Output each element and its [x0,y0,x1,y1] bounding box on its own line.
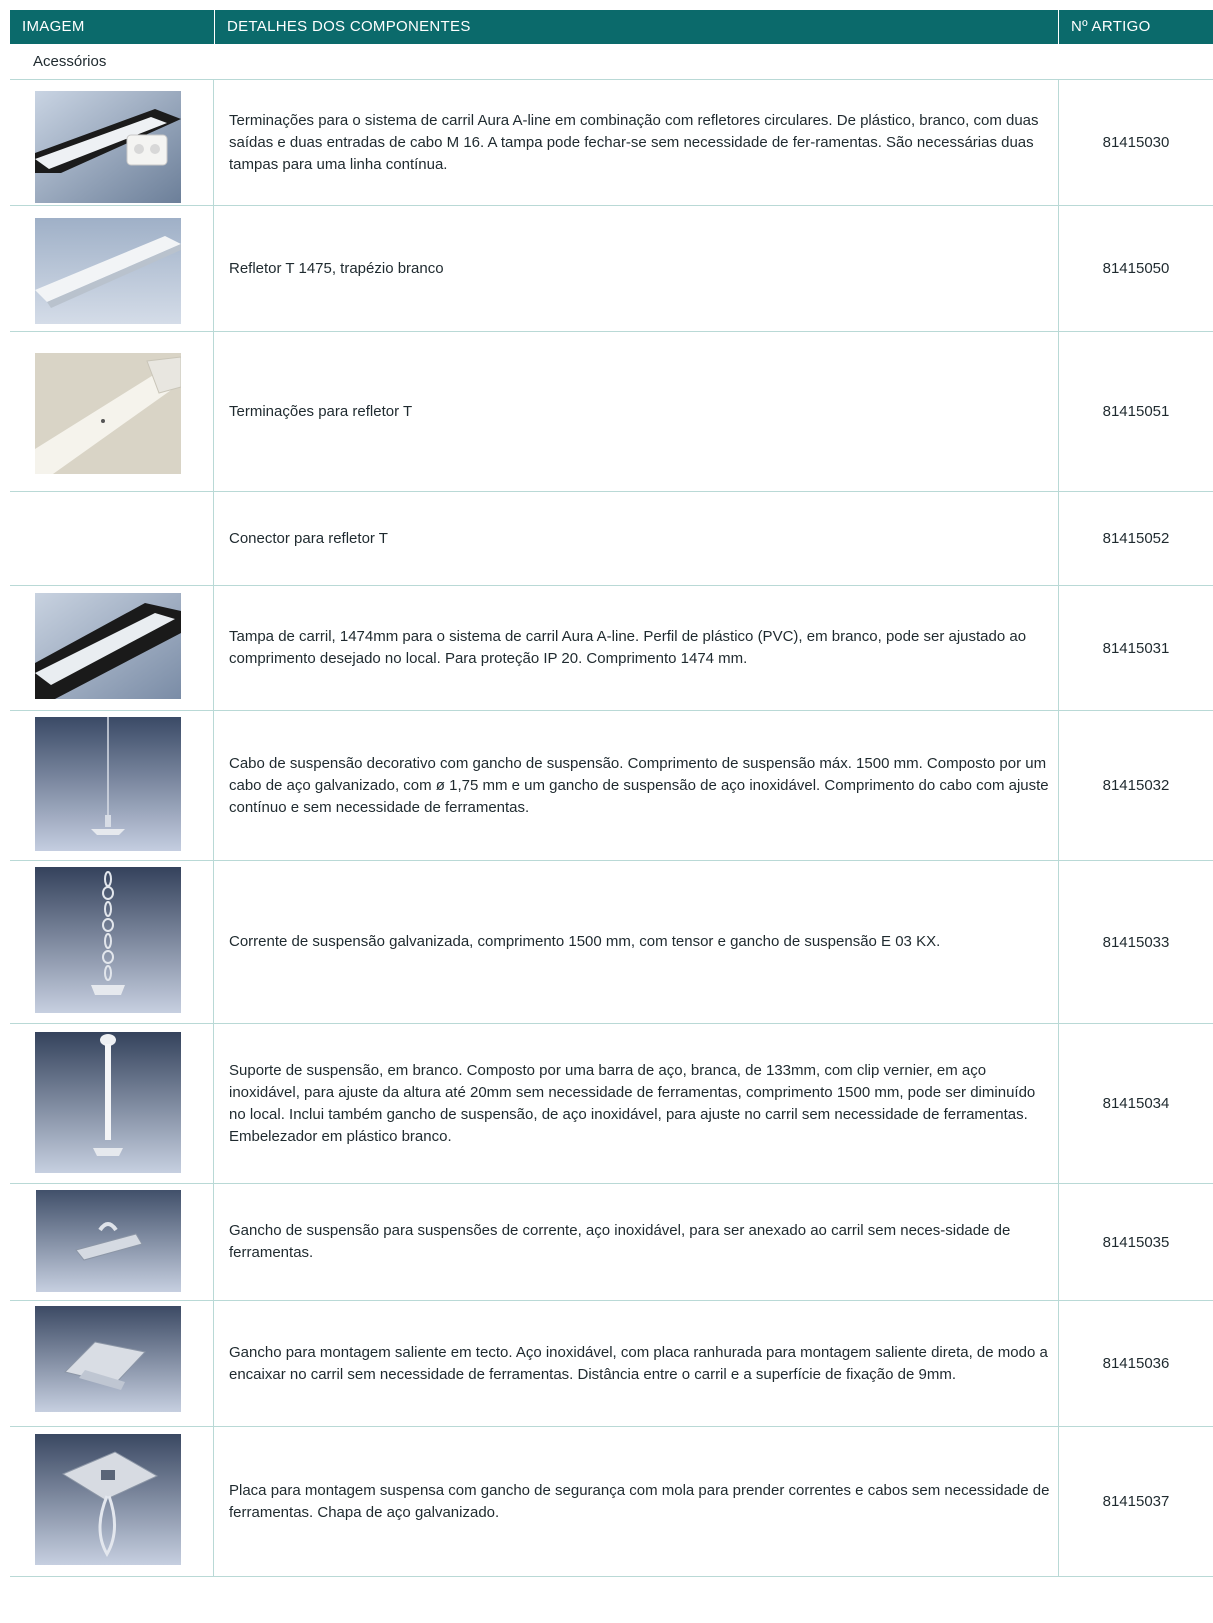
image-cell [10,861,214,1023]
section-row: Acessórios [10,44,1213,80]
header-article: Nº ARTIGO [1058,10,1213,44]
ceiling-hook-icon [35,1306,181,1412]
description-text: Conector para refletor T [229,529,388,547]
article-number: 81415036 [1102,1355,1170,1372]
image-cell [10,586,214,710]
table-row: Suporte de suspensão, em branco. Compost… [10,1024,1213,1184]
end-cap-icon [35,91,181,203]
article-number: 81415051 [1102,403,1170,420]
description-text: Cabo de suspensão decorativo com gancho … [229,754,1049,816]
suspension-rod-icon [35,1032,181,1173]
image-cell [10,206,214,331]
article-number: 81415050 [1102,260,1170,277]
header-details: DETALHES DOS COMPONENTES [214,10,1058,44]
description-text: Corrente de suspensão galvanizada, compr… [229,933,941,950]
description-text: Terminações para refletor T [229,402,413,420]
table-row: Terminações para refletor T 81415051 [10,332,1213,492]
rail-cover-icon [35,593,181,699]
table-row: Conector para refletor T 81415052 [10,492,1213,586]
header-image: IMAGEM [22,18,85,35]
reflector-icon [35,218,181,324]
description-cell: Terminações para o sistema de carril Aur… [214,80,1059,205]
description-cell: Terminações para refletor T [214,332,1059,491]
description-cell: Suporte de suspensão, em branco. Compost… [214,1024,1059,1183]
image-cell [10,332,214,491]
article-number: 81415032 [1102,777,1170,794]
article-number: 81415033 [1102,933,1170,951]
image-cell [10,1024,214,1183]
article-number: 81415037 [1102,1493,1170,1510]
table-header: IMAGEM DETALHES DOS COMPONENTES Nº ARTIG… [10,10,1213,44]
description-text: Gancho de suspensão para suspensões de c… [229,1222,1011,1261]
description-cell: Tampa de carril, 1474mm para o sistema d… [214,586,1059,710]
image-cell [10,1427,214,1576]
image-cell [10,492,214,585]
article-number: 81415035 [1102,1233,1170,1251]
table-row: Placa para montagem suspensa com gancho … [10,1427,1213,1577]
image-cell [10,1301,214,1426]
table-row: Refletor T 1475, trapézio branco 8141505… [10,206,1213,332]
description-text: Suporte de suspensão, em branco. Compost… [229,1061,1036,1145]
table-row: Corrente de suspensão galvanizada, compr… [10,861,1213,1024]
description-cell: Cabo de suspensão decorativo com gancho … [214,711,1059,860]
image-cell [10,1184,214,1300]
article-number: 81415034 [1102,1095,1170,1112]
suspension-cable-icon [35,717,181,851]
mounting-plate-icon [35,1434,181,1565]
suspension-hook-icon [36,1190,181,1292]
image-cell [10,80,214,205]
table-row: Gancho de suspensão para suspensões de c… [10,1184,1213,1301]
description-text: Tampa de carril, 1474mm para o sistema d… [229,628,1027,667]
table-row: Tampa de carril, 1474mm para o sistema d… [10,586,1213,711]
table-row: Terminações para o sistema de carril Aur… [10,80,1213,206]
description-cell: Gancho para montagem saliente em tecto. … [214,1301,1059,1426]
suspension-chain-icon [35,867,181,1013]
article-number: 81415052 [1102,530,1170,547]
table-row: Gancho para montagem saliente em tecto. … [10,1301,1213,1427]
description-text: Gancho para montagem saliente em tecto. … [229,1343,1048,1383]
image-cell [10,711,214,860]
description-cell: Refletor T 1475, trapézio branco [214,206,1059,331]
article-number: 81415031 [1102,639,1170,657]
description-cell: Placa para montagem suspensa com gancho … [214,1427,1059,1576]
description-cell: Gancho de suspensão para suspensões de c… [214,1184,1059,1300]
section-title: Acessórios [33,53,107,70]
description-cell: Conector para refletor T [214,492,1059,585]
description-cell: Corrente de suspensão galvanizada, compr… [214,861,1059,1023]
description-text: Placa para montagem suspensa com gancho … [229,1481,1050,1521]
table-row: Cabo de suspensão decorativo com gancho … [10,711,1213,861]
description-text: Terminações para o sistema de carril Aur… [229,111,1039,173]
article-number: 81415030 [1102,134,1170,151]
description-text: Refletor T 1475, trapézio branco [229,259,444,277]
reflector-end-icon [35,353,181,474]
